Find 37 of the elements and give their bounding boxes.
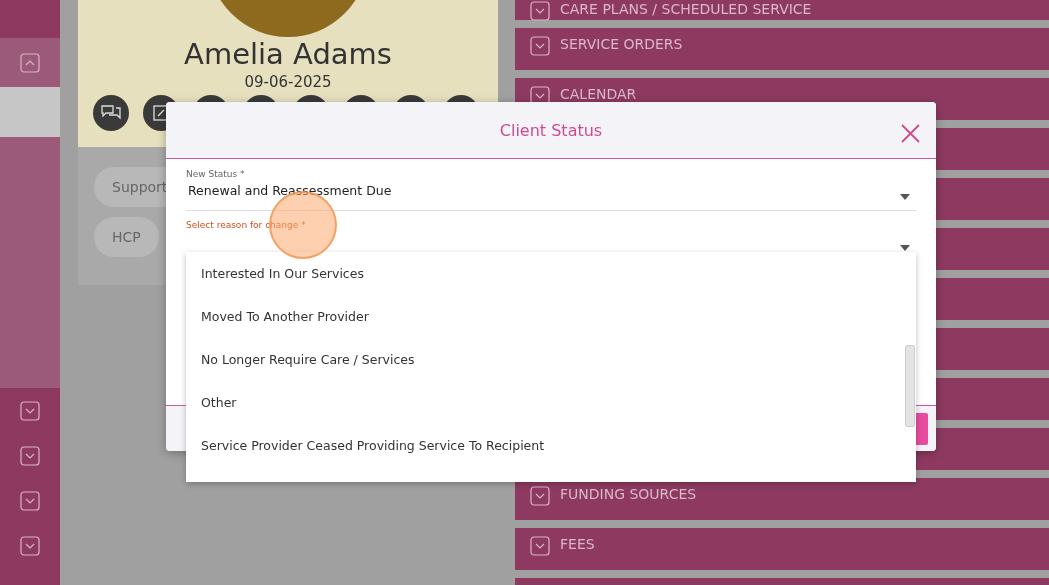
section-title: FEES xyxy=(560,536,595,553)
field-label: New Status * xyxy=(186,169,245,179)
select-field[interactable]: New Status * Renewal and Reassessment Due xyxy=(186,169,916,211)
tag-chip: HCP xyxy=(94,217,159,257)
accordion-section[interactable]: FUNDING SOURCES xyxy=(515,478,1049,520)
chevron-down-icon[interactable] xyxy=(530,486,550,506)
chevron-down-icon[interactable] xyxy=(20,535,40,556)
section-title: CARE PLANS / SCHEDULED SERVICE xyxy=(560,1,812,18)
chevron-down-icon[interactable] xyxy=(530,1,550,21)
accordion-section[interactable]: CARE PLANS / SCHEDULED SERVICE xyxy=(515,0,1049,20)
accordion-section[interactable]: FEES xyxy=(515,528,1049,570)
section-title: FUNDING SOURCES xyxy=(560,486,697,503)
client-date: 09-06-2025 xyxy=(244,73,332,91)
client-name: Amelia Adams xyxy=(184,37,392,71)
chevron-up-icon[interactable] xyxy=(20,52,40,73)
caret-icon xyxy=(900,194,910,200)
top-bar xyxy=(0,0,60,38)
dialog-title: Client Status xyxy=(499,120,603,140)
scrollbar-thumb[interactable] xyxy=(905,345,915,427)
chevron-down-icon[interactable] xyxy=(20,400,40,421)
close-icon[interactable] xyxy=(901,124,920,143)
chevron-down-icon[interactable] xyxy=(20,445,40,466)
dropdown-option[interactable]: Other xyxy=(186,381,916,424)
chevron-down-icon[interactable] xyxy=(20,490,40,511)
chevron-down-icon[interactable] xyxy=(530,536,550,556)
dropdown-option[interactable]: Service Provider Ceased Providing Service To Recipient xyxy=(186,424,916,467)
field-label: Select reason for change * xyxy=(186,220,306,230)
dropdown-option[interactable]: No Longer Require Care / Services xyxy=(186,338,916,381)
section-title: SERVICE ORDERS xyxy=(560,36,683,53)
accordion-section[interactable]: SERVICE ORDERS xyxy=(515,28,1049,70)
chat-button[interactable] xyxy=(93,95,129,131)
chat-icon xyxy=(101,104,121,122)
sidebar-section[interactable] xyxy=(0,388,60,433)
section-title: CALENDAR xyxy=(560,86,637,103)
field-value: Renewal and Reassessment Due xyxy=(188,183,392,198)
chevron-down-icon[interactable] xyxy=(530,36,550,56)
dropdown-option[interactable]: Moved To Another Provider xyxy=(186,295,916,338)
